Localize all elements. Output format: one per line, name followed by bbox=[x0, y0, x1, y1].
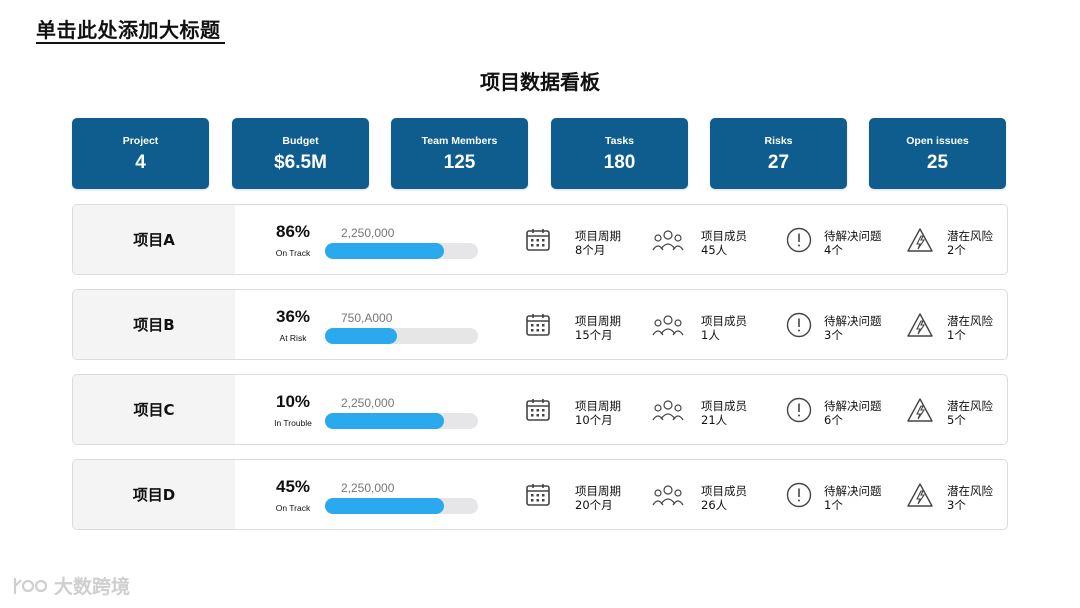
progress-bar bbox=[325, 413, 478, 429]
metric-value-period: 10个月 bbox=[575, 413, 613, 427]
progress-bar-fill bbox=[325, 328, 397, 344]
kpi-card-open-issues: Open issues 25 bbox=[869, 118, 1006, 189]
progress-bar-fill bbox=[325, 498, 445, 514]
lightning-warning-icon bbox=[907, 483, 933, 507]
progress-bar bbox=[325, 498, 478, 514]
metric-value-period: 15个月 bbox=[575, 328, 613, 342]
project-name: 项目C bbox=[73, 375, 235, 444]
progress-percent: 10% bbox=[275, 392, 311, 411]
progress-bar bbox=[325, 243, 478, 259]
budget-amount: 2,250,000 bbox=[341, 481, 395, 495]
kpi-label: Risks bbox=[764, 135, 793, 147]
lightning-warning-icon bbox=[907, 398, 933, 422]
kpi-label: Open issues bbox=[906, 135, 969, 147]
team-icon bbox=[652, 485, 684, 506]
calendar-icon bbox=[526, 314, 550, 336]
progress-percent: 86% bbox=[275, 222, 311, 241]
kpi-strip: Project 4 Budget $6.5M Team Members 125 … bbox=[72, 118, 1007, 189]
progress-percent: 36% bbox=[275, 307, 311, 326]
status-label: At Risk bbox=[279, 333, 307, 343]
title-underline bbox=[36, 42, 225, 44]
kpi-card-budget: Budget $6.5M bbox=[232, 118, 369, 189]
kpi-card-team-members: Team Members 125 bbox=[391, 118, 528, 189]
budget-amount: 2,250,000 bbox=[341, 396, 395, 410]
kpi-value: $6.5M bbox=[274, 152, 327, 173]
metric-value-risks: 3个 bbox=[947, 498, 966, 512]
metric-value-issues: 3个 bbox=[824, 328, 843, 342]
project-row: 项目A 86% On Track 2,250,000 项目周期 8个月 项目成员… bbox=[72, 204, 1008, 275]
progress-bar bbox=[325, 328, 478, 344]
kpi-value: 25 bbox=[926, 152, 949, 173]
page-title: 单击此处添加大标题 bbox=[36, 18, 221, 42]
team-icon bbox=[652, 230, 684, 251]
kpi-value: 27 bbox=[767, 152, 790, 173]
kpi-card-risks: Risks 27 bbox=[710, 118, 847, 189]
status-label: In Trouble bbox=[274, 418, 312, 428]
status-label: On Track bbox=[275, 248, 311, 258]
kpi-value: 180 bbox=[603, 152, 636, 173]
project-row: 项目D 45% On Track 2,250,000 项目周期 20个月 项目成… bbox=[72, 459, 1008, 530]
progress-bar-fill bbox=[325, 413, 445, 429]
kpi-label: Team Members bbox=[421, 135, 498, 147]
metric-value-risks: 2个 bbox=[947, 243, 966, 257]
calendar-icon bbox=[526, 399, 550, 421]
metric-value-members: 1人 bbox=[701, 328, 720, 342]
metric-value-period: 20个月 bbox=[575, 498, 613, 512]
metric-value-issues: 6个 bbox=[824, 413, 843, 427]
team-icon bbox=[652, 315, 684, 336]
lightning-warning-icon bbox=[907, 313, 933, 337]
metric-value-members: 45人 bbox=[701, 243, 728, 257]
budget-amount: 750,A000 bbox=[341, 311, 393, 325]
calendar-icon bbox=[526, 484, 550, 506]
metric-value-risks: 5个 bbox=[947, 413, 966, 427]
progress-bar-fill bbox=[325, 243, 445, 259]
project-row: 项目B 36% At Risk 750,A000 项目周期 15个月 项目成员 … bbox=[72, 289, 1008, 360]
kpi-card-project: Project 4 bbox=[72, 118, 209, 189]
board-title: 项目数据看板 bbox=[480, 70, 600, 94]
team-icon bbox=[652, 400, 684, 421]
alert-circle-icon bbox=[786, 312, 812, 338]
kpi-card-tasks: Tasks 180 bbox=[551, 118, 688, 189]
alert-circle-icon bbox=[786, 482, 812, 508]
project-name: 项目D bbox=[73, 460, 235, 529]
metric-value-issues: 1个 bbox=[824, 498, 843, 512]
alert-circle-icon bbox=[786, 227, 812, 253]
watermark-text: 大数跨境 bbox=[54, 576, 131, 598]
metric-value-issues: 4个 bbox=[824, 243, 843, 257]
kpi-label: Project bbox=[122, 135, 159, 147]
budget-amount: 2,250,000 bbox=[341, 226, 395, 240]
alert-circle-icon bbox=[786, 397, 812, 423]
progress-percent: 45% bbox=[275, 477, 311, 496]
kpi-label: Budget bbox=[282, 135, 319, 147]
kpi-value: 125 bbox=[443, 152, 476, 173]
metric-value-period: 8个月 bbox=[575, 243, 606, 257]
status-label: On Track bbox=[275, 503, 311, 513]
project-row: 项目C 10% In Trouble 2,250,000 项目周期 10个月 项… bbox=[72, 374, 1008, 445]
kpi-value: 4 bbox=[135, 152, 146, 173]
metric-value-members: 26人 bbox=[701, 498, 728, 512]
project-name: 项目B bbox=[73, 290, 235, 359]
metric-value-members: 21人 bbox=[701, 413, 728, 427]
calendar-icon bbox=[526, 229, 550, 251]
project-name: 项目A bbox=[73, 205, 235, 274]
lightning-warning-icon bbox=[907, 228, 933, 252]
kpi-label: Tasks bbox=[605, 135, 634, 147]
metric-value-risks: 1个 bbox=[947, 328, 966, 342]
watermark-logo-icon bbox=[13, 577, 48, 594]
watermark: 大数跨境 bbox=[12, 572, 130, 599]
